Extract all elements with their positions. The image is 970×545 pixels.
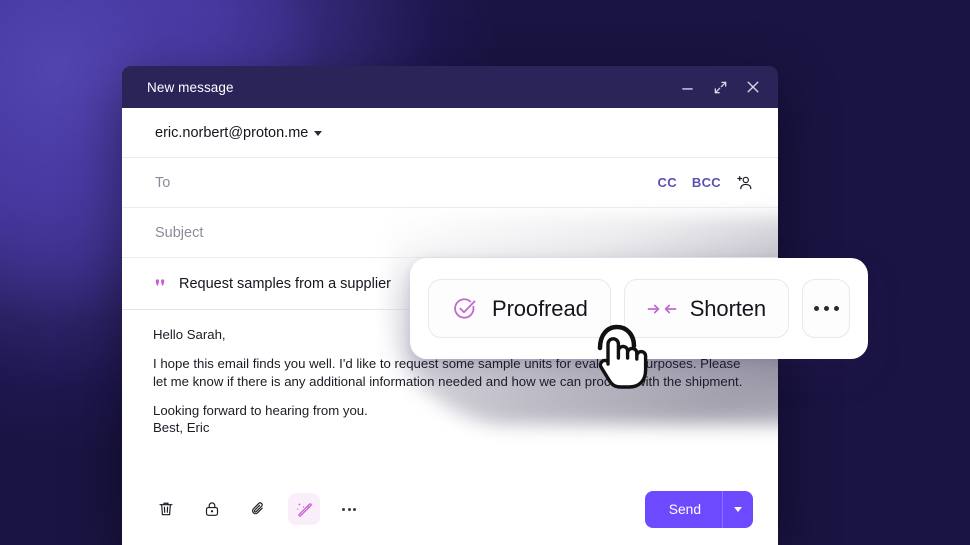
dot	[813, 306, 819, 311]
close-icon[interactable]	[744, 78, 762, 96]
subject-row[interactable]: Subject	[122, 208, 778, 258]
add-contact-icon[interactable]	[736, 174, 753, 191]
trash-icon[interactable]	[150, 493, 182, 525]
shorten-button[interactable]: Shorten	[623, 279, 790, 338]
to-row-actions: CC BCC	[658, 174, 753, 191]
from-address-label: eric.norbert@proton.me	[155, 124, 309, 141]
lock-icon[interactable]	[196, 493, 228, 525]
cc-button[interactable]: CC	[658, 175, 677, 190]
message-closing: Looking forward to hearing from you. Best…	[153, 402, 745, 437]
screenshot-root: New message eric.norbert@proton.me To CC…	[0, 0, 970, 545]
dot	[342, 507, 345, 511]
message-paragraph: I hope this email finds you well. I'd li…	[153, 356, 743, 389]
chevron-down-icon[interactable]	[314, 131, 323, 136]
window-title: New message	[147, 79, 234, 95]
paperclip-icon[interactable]	[242, 493, 274, 525]
minimize-icon[interactable]	[678, 78, 696, 96]
to-row[interactable]: To CC BCC	[122, 158, 778, 208]
expand-icon[interactable]	[711, 78, 729, 96]
compose-titlebar[interactable]: New message	[122, 66, 778, 108]
send-button-label: Send	[668, 501, 701, 517]
window-controls	[678, 78, 762, 96]
shorten-label: Shorten	[689, 295, 767, 321]
compress-arrows-icon	[647, 299, 677, 319]
compose-footer: Send	[122, 473, 778, 545]
subject-input[interactable]: Subject	[155, 225, 753, 241]
ai-actions-popup: Proofread Shorten	[410, 258, 868, 359]
message-closing-line: Looking forward to hearing from you.	[153, 402, 368, 418]
proofread-button[interactable]: Proofread	[428, 279, 611, 338]
magic-wand-icon[interactable]	[288, 493, 320, 525]
dot	[833, 306, 839, 311]
message-signature: Best, Eric	[153, 420, 210, 436]
from-address[interactable]: eric.norbert@proton.me	[155, 124, 323, 141]
from-row[interactable]: eric.norbert@proton.me	[122, 108, 778, 158]
bcc-button[interactable]: BCC	[692, 175, 721, 190]
send-button[interactable]: Send	[644, 490, 753, 528]
dot	[353, 507, 356, 511]
check-circle-icon	[451, 295, 479, 323]
quote-sparkle-icon	[155, 278, 169, 291]
dot	[347, 507, 351, 511]
compose-tools	[150, 493, 645, 525]
ai-more-button[interactable]	[802, 279, 850, 338]
to-input[interactable]: To	[155, 175, 658, 191]
dot	[823, 306, 829, 311]
more-options-icon[interactable]	[334, 494, 364, 524]
ai-prompt-text: Request samples from a supplier	[179, 275, 391, 292]
proofread-label: Proofread	[492, 295, 588, 321]
chevron-down-icon	[734, 506, 742, 512]
send-dropdown-toggle[interactable]	[723, 491, 753, 528]
